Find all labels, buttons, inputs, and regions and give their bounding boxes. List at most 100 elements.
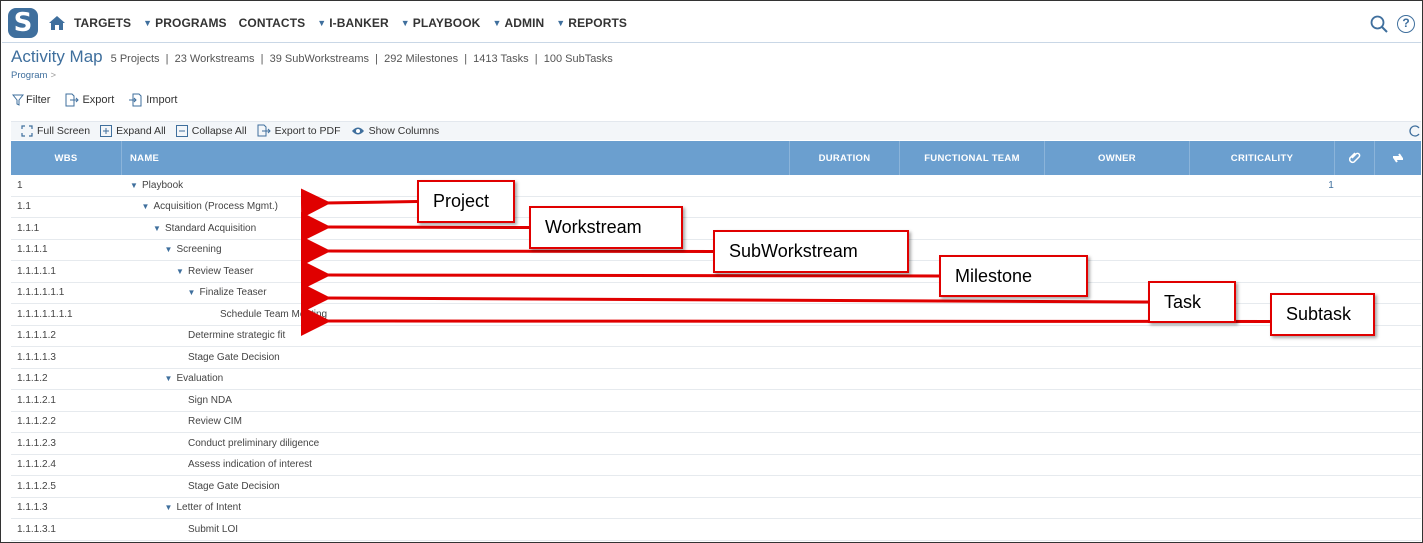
filter-icon xyxy=(12,94,24,106)
full-screen-button[interactable]: Full Screen xyxy=(21,124,90,137)
fullscreen-icon xyxy=(21,124,33,137)
export-label: Export xyxy=(82,94,115,106)
breadcrumb-program[interactable]: Program xyxy=(11,70,47,81)
table-row[interactable]: 1.1.1.2.3 Conduct preliminary diligence xyxy=(11,433,1421,455)
export-pdf-label: Export to PDF xyxy=(274,124,341,137)
nav-item-label: REPORTS xyxy=(568,16,628,30)
row-name-label[interactable]: Playbook xyxy=(142,180,183,191)
collapse-all-button[interactable]: Collapse All xyxy=(175,124,247,137)
collapse-all-label: Collapse All xyxy=(191,124,247,137)
help-icon[interactable]: ? xyxy=(1397,15,1415,33)
table-row[interactable]: 1.1.1.1.3 Stage Gate Decision xyxy=(11,347,1421,369)
sync-icon xyxy=(1393,153,1403,163)
row-name-label[interactable]: Sign NDA xyxy=(188,395,232,406)
expand-all-button[interactable]: Expand All xyxy=(100,124,166,137)
row-name-label[interactable]: Schedule Team Meeting xyxy=(220,309,327,320)
chevron-down-icon: ▼ xyxy=(317,18,327,28)
page-title: Activity Map xyxy=(11,47,103,66)
nav-item-playbook[interactable]: ▼ PLAYBOOK xyxy=(401,16,481,30)
nav-item-contacts[interactable]: CONTACTS xyxy=(239,16,306,30)
expand-caret-icon[interactable]: ▼ xyxy=(188,288,196,297)
chevron-down-icon: ▼ xyxy=(143,18,153,28)
column-header-duration[interactable]: DURATION xyxy=(790,141,900,175)
search-icon[interactable] xyxy=(1370,15,1388,33)
column-header-wbs[interactable]: WBS xyxy=(11,141,122,175)
name-cell: ▼ Playbook xyxy=(122,180,1311,191)
column-header-name[interactable]: NAME xyxy=(122,141,790,175)
name-cell: Review CIM xyxy=(122,416,1311,427)
name-cell: ▼ Finalize Teaser xyxy=(122,287,1311,298)
name-cell: Schedule Team Meeting xyxy=(122,309,1311,320)
table-row[interactable]: 1.1.1.2.2 Review CIM xyxy=(11,412,1421,433)
row-name-label[interactable]: Letter of Intent xyxy=(177,502,242,513)
nav-item-label: PROGRAMS xyxy=(155,16,227,30)
row-name-label[interactable]: Standard Acquisition xyxy=(165,223,256,234)
table-row[interactable]: 1.1.1.3 ▼ Letter of Intent xyxy=(11,498,1421,519)
nav-item-reports[interactable]: ▼ REPORTS xyxy=(556,16,627,30)
wbs-cell: 1.1.1.2.5 xyxy=(17,480,56,492)
name-cell: ▼ Acquisition (Process Mgmt.) xyxy=(122,201,1311,212)
column-header-owner[interactable]: OWNER xyxy=(1045,141,1190,175)
table-row[interactable]: 1.1.1.1.2 Determine strategic fit xyxy=(11,326,1421,347)
nav-item-programs[interactable]: ▼ PROGRAMS xyxy=(143,16,227,30)
name-cell: ▼ Evaluation xyxy=(122,373,1311,384)
wbs-cell: 1.1.1 xyxy=(17,222,40,234)
expand-caret-icon[interactable]: ▼ xyxy=(165,503,173,512)
table-row[interactable]: 1 ▼ Playbook 1 xyxy=(11,175,1421,197)
nav-item-targets[interactable]: TARGETS xyxy=(74,16,131,30)
attachment-count[interactable]: 1 xyxy=(1311,180,1351,191)
grid-header: WBS NAME DURATION FUNCTIONAL TEAM OWNER … xyxy=(11,141,1421,175)
name-cell: Submit LOI xyxy=(122,524,1311,535)
export-pdf-icon xyxy=(257,124,271,137)
row-name-label[interactable]: Stage Gate Decision xyxy=(188,352,280,363)
column-header-sync[interactable] xyxy=(1375,141,1421,175)
row-name-label[interactable]: Finalize Teaser xyxy=(200,287,267,298)
name-cell: Determine strategic fit xyxy=(122,330,1311,341)
export-pdf-button[interactable]: Export to PDF xyxy=(257,124,341,137)
row-name-label[interactable]: Evaluation xyxy=(177,373,224,384)
column-header-functional-team[interactable]: FUNCTIONAL TEAM xyxy=(900,141,1045,175)
nav-item-label: CONTACTS xyxy=(238,16,306,30)
top-nav: S TARGETS ▼ PROGRAMS CONTACTS ▼ I-BANKER ▼ PLAY… xyxy=(2,2,1421,43)
wbs-cell: 1.1.1.1.2 xyxy=(17,330,56,342)
table-row[interactable]: 1.1.1.2.5 Stage Gate Decision xyxy=(11,476,1421,498)
home-icon[interactable] xyxy=(48,15,66,31)
row-name-label[interactable]: Stage Gate Decision xyxy=(188,481,280,492)
app-logo[interactable]: S xyxy=(8,8,38,38)
filter-button[interactable]: Filter xyxy=(12,93,50,107)
expand-caret-icon[interactable]: ▼ xyxy=(130,181,138,190)
summary-stats: 5 Projects | 23 Workstreams | 39 SubWork… xyxy=(110,53,613,65)
show-columns-button[interactable]: Show Columns xyxy=(351,124,439,137)
row-name-label[interactable]: Conduct preliminary diligence xyxy=(188,438,319,449)
import-button[interactable]: Import xyxy=(128,93,177,107)
table-row[interactable]: 1.1.1.2.1 Sign NDA xyxy=(11,390,1421,412)
plus-box-icon xyxy=(100,124,113,137)
refresh-icon[interactable] xyxy=(1409,124,1421,138)
wbs-cell: 1.1.1.2.2 xyxy=(17,416,56,428)
table-row[interactable]: 1.1.1.2.4 Assess indication of interest xyxy=(11,455,1421,476)
row-name-label[interactable]: Acquisition (Process Mgmt.) xyxy=(154,201,278,212)
export-button[interactable]: Export xyxy=(64,93,114,107)
column-header-criticality[interactable]: CRITICALITY xyxy=(1190,141,1335,175)
row-name-label[interactable]: Assess indication of interest xyxy=(188,459,312,470)
nav-item-i-banker[interactable]: ▼ I-BANKER xyxy=(317,16,388,30)
row-name-label[interactable]: Determine strategic fit xyxy=(188,330,285,341)
row-name-label[interactable]: Submit LOI xyxy=(188,524,238,535)
row-name-label[interactable]: Screening xyxy=(177,244,222,255)
table-row[interactable]: 1.1.1.2 ▼ Evaluation xyxy=(11,369,1421,390)
page-header: Activity Map 5 Projects | 23 Workstreams… xyxy=(11,47,613,67)
table-row[interactable]: 1.1 ▼ Acquisition (Process Mgmt.) xyxy=(11,197,1421,218)
nav-item-admin[interactable]: ▼ ADMIN xyxy=(492,16,544,30)
expand-caret-icon[interactable]: ▼ xyxy=(176,267,184,276)
expand-caret-icon[interactable]: ▼ xyxy=(142,202,150,211)
annotation-subworkstream: SubWorkstream xyxy=(713,230,909,273)
expand-caret-icon[interactable]: ▼ xyxy=(165,374,173,383)
expand-caret-icon[interactable]: ▼ xyxy=(165,245,173,254)
row-name-label[interactable]: Review CIM xyxy=(188,416,242,427)
column-header-attachments[interactable] xyxy=(1335,141,1375,175)
expand-caret-icon[interactable]: ▼ xyxy=(153,224,161,233)
wbs-cell: 1 xyxy=(17,179,23,191)
table-row[interactable]: 1.1.1.3.1 Submit LOI xyxy=(11,519,1421,541)
row-name-label[interactable]: Review Teaser xyxy=(188,266,253,277)
name-cell: Conduct preliminary diligence xyxy=(122,438,1311,449)
